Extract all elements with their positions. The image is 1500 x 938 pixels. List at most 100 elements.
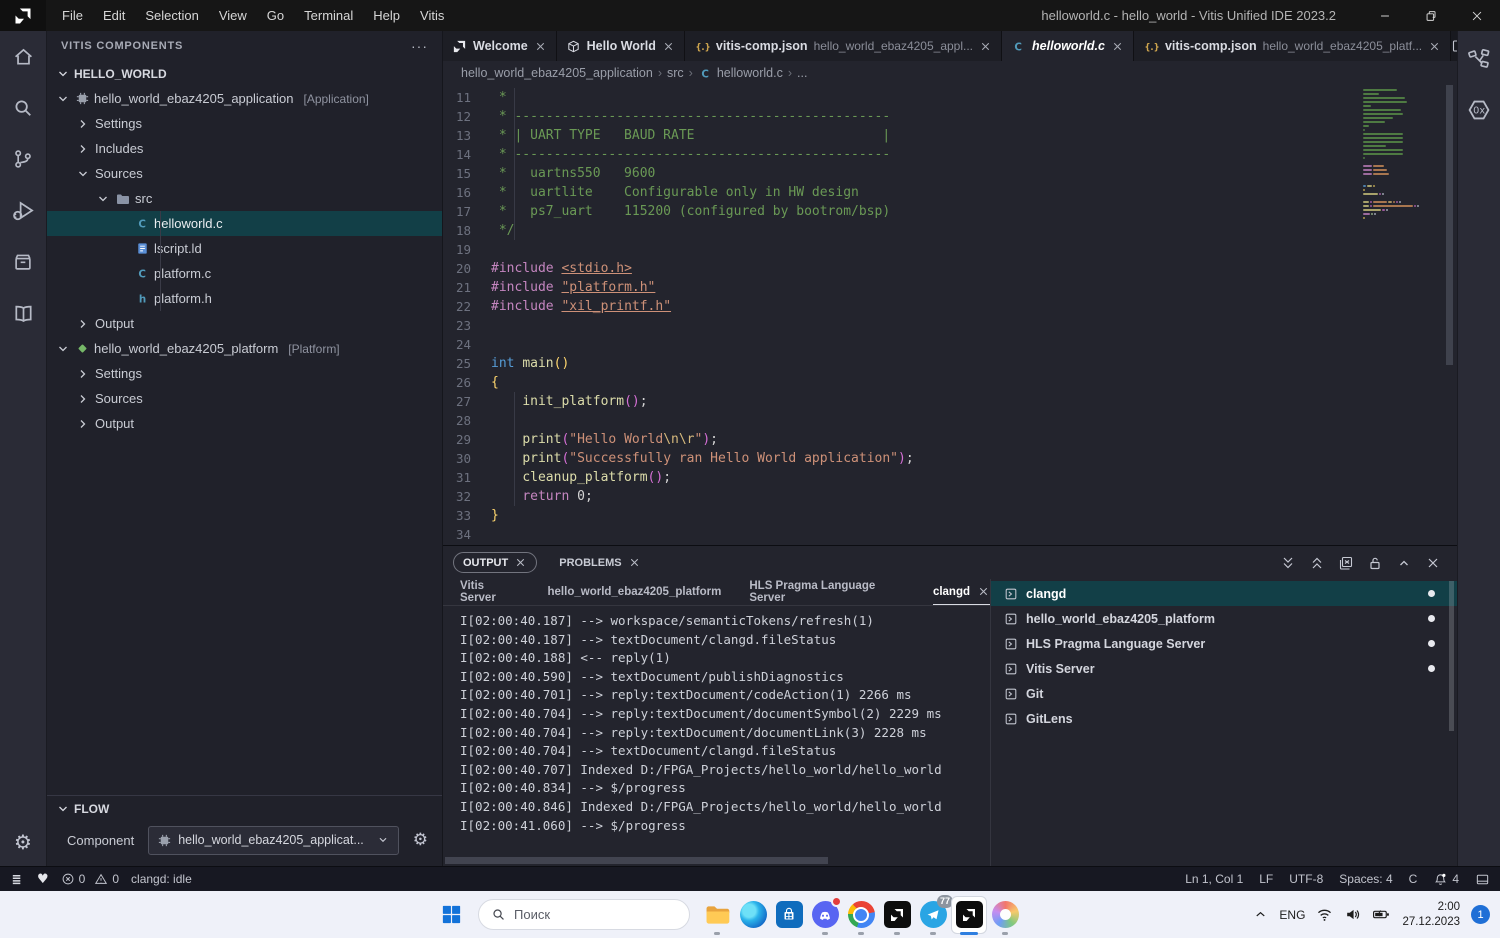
breadcrumb-item-helloworld-c[interactable]: Chelloworld.c	[698, 66, 783, 81]
channel-item-hls-pragma-language-server[interactable]: HLS Pragma Language Server	[991, 631, 1457, 656]
chevron-down-icon[interactable]	[75, 166, 91, 182]
panel-layout-icon[interactable]	[1475, 872, 1490, 887]
chevron-down-icon[interactable]	[95, 191, 111, 207]
taskbar-app-edge[interactable]	[735, 893, 771, 937]
examples-book-icon[interactable]	[12, 302, 35, 325]
chevron-right-icon[interactable]	[75, 316, 91, 332]
output-channel-tab-hls-pragma-language-server[interactable]: HLS Pragma Language Server	[749, 579, 905, 605]
scroll-up-icon[interactable]	[1309, 555, 1325, 571]
settings-gear-icon[interactable]: ⚙	[14, 830, 32, 854]
close-icon[interactable]	[514, 556, 527, 569]
breadcrumb-item-src[interactable]: src	[667, 66, 684, 80]
tray-chevron-icon[interactable]	[1253, 907, 1268, 922]
taskbar-search[interactable]: Поиск	[478, 899, 690, 930]
problems-status[interactable]: 0 0	[61, 872, 119, 886]
tab-hello-world[interactable]: Hello World	[557, 31, 685, 61]
unlock-icon[interactable]	[1367, 555, 1383, 571]
encoding-indicator[interactable]: UTF-8	[1289, 872, 1323, 886]
start-button[interactable]	[433, 893, 469, 937]
close-icon[interactable]	[1111, 40, 1124, 53]
flow-section-header[interactable]: FLOW	[47, 796, 442, 822]
editor-scrollbar[interactable]	[1446, 85, 1453, 365]
taskbar-app-vitis-dark[interactable]	[879, 893, 915, 937]
taskbar-app-file-explorer[interactable]	[699, 893, 735, 937]
breadcrumb-item-hello-world-ebaz4205-application[interactable]: hello_world_ebaz4205_application	[461, 66, 653, 80]
restore-button[interactable]	[1408, 0, 1454, 31]
workspace-section[interactable]: HELLO_WORLD	[47, 61, 442, 86]
chevron-right-icon[interactable]	[75, 391, 91, 407]
tree-item-hello-world-ebaz4205-application[interactable]: hello_world_ebaz4205_application[Applica…	[47, 86, 442, 111]
amd-logo-icon[interactable]	[0, 0, 46, 31]
editor-viewport[interactable]: 11 *12 * -------------------------------…	[443, 85, 1457, 545]
tab-vitis-comp-json[interactable]: {.}vitis-comp.jsonhello_world_ebaz4205_p…	[1134, 31, 1451, 61]
wifi-icon[interactable]	[1316, 906, 1333, 923]
close-panel-icon[interactable]	[1425, 555, 1441, 571]
language-switcher[interactable]: ENG	[1279, 908, 1305, 922]
remote-icon[interactable]	[10, 872, 25, 887]
component-dropdown[interactable]: hello_world_ebaz4205_applicat...	[148, 826, 399, 855]
chevron-right-icon[interactable]	[75, 366, 91, 382]
scroll-down-icon[interactable]	[1280, 555, 1296, 571]
tree-item-sources[interactable]: Sources	[47, 386, 442, 411]
tree-item-output[interactable]: Output	[47, 311, 442, 336]
chevron-down-icon[interactable]	[55, 341, 71, 357]
menu-file[interactable]: File	[52, 0, 93, 31]
flow-icon[interactable]	[1467, 47, 1491, 71]
more-actions-icon[interactable]: ···	[411, 38, 428, 54]
panel-tab-problems[interactable]: PROBLEMS	[559, 556, 640, 569]
breadcrumb-item-[interactable]: ...	[797, 66, 807, 80]
output-channel-tab-clangd[interactable]: clangd	[933, 579, 990, 605]
tree-item-hello-world-ebaz4205-platform[interactable]: hello_world_ebaz4205_platform[Platform]	[47, 336, 442, 361]
menu-edit[interactable]: Edit	[93, 0, 135, 31]
output-channel-tab-vitis-server[interactable]: Vitis Server	[460, 579, 520, 605]
close-icon[interactable]	[662, 40, 675, 53]
taskbar-app-store[interactable]	[771, 893, 807, 937]
notifications-bell[interactable]: 4	[1433, 872, 1459, 887]
channels-scrollbar[interactable]	[1449, 581, 1454, 731]
chevron-down-icon[interactable]	[55, 91, 71, 107]
panel-tab-output[interactable]: OUTPUT	[453, 552, 537, 573]
maximize-panel-icon[interactable]	[1396, 555, 1412, 571]
menu-help[interactable]: Help	[363, 0, 410, 31]
channel-item-vitis-server[interactable]: Vitis Server	[991, 656, 1457, 681]
memory-hex-icon[interactable]: 0x	[1466, 97, 1492, 123]
tree-item-helloworld-c[interactable]: Chelloworld.c	[47, 211, 442, 236]
tree-item-output[interactable]: Output	[47, 411, 442, 436]
tab-helloworld-c[interactable]: Chelloworld.c	[1002, 31, 1134, 61]
close-button[interactable]	[1454, 0, 1500, 31]
taskbar-app-telegram[interactable]: 77	[915, 893, 951, 937]
minimize-button[interactable]	[1362, 0, 1408, 31]
channel-item-gitlens[interactable]: GitLens	[991, 706, 1457, 731]
channel-item-clangd[interactable]: clangd	[991, 581, 1457, 606]
taskbar-app-vitis[interactable]	[951, 893, 987, 937]
indent-indicator[interactable]: Spaces: 4	[1339, 872, 1392, 886]
channel-item-hello-world-ebaz4205-platform[interactable]: hello_world_ebaz4205_platform	[991, 606, 1457, 631]
menu-selection[interactable]: Selection	[135, 0, 208, 31]
log-horizontal-scrollbar[interactable]	[443, 856, 990, 866]
menu-view[interactable]: View	[209, 0, 257, 31]
minimap[interactable]	[1363, 89, 1431, 225]
tab-welcome[interactable]: Welcome	[443, 31, 557, 61]
flow-settings-gear-icon[interactable]: ⚙	[413, 830, 428, 850]
package-icon[interactable]	[12, 251, 34, 273]
taskbar-app-paint[interactable]	[987, 893, 1023, 937]
cursor-position[interactable]: Ln 1, Col 1	[1185, 872, 1243, 886]
tree-item-platform-c[interactable]: Cplatform.c	[47, 261, 442, 286]
search-icon[interactable]	[12, 97, 34, 119]
close-icon[interactable]	[628, 556, 641, 569]
chevron-right-icon[interactable]	[75, 416, 91, 432]
close-icon[interactable]	[1428, 40, 1441, 53]
battery-icon[interactable]	[1372, 906, 1391, 923]
tree-item-settings[interactable]: Settings	[47, 361, 442, 386]
home-icon[interactable]	[12, 45, 35, 68]
output-log[interactable]: I[02:00:40.187] --> workspace/semanticTo…	[443, 606, 990, 856]
taskbar-app-chrome[interactable]	[843, 893, 879, 937]
menu-terminal[interactable]: Terminal	[294, 0, 363, 31]
clear-output-icon[interactable]	[1338, 555, 1354, 571]
output-channel-tab-hello-world-ebaz4205-platform[interactable]: hello_world_ebaz4205_platform	[548, 579, 722, 605]
clangd-status[interactable]: clangd: idle	[131, 872, 192, 886]
tab-vitis-comp-json[interactable]: {.}vitis-comp.jsonhello_world_ebaz4205_a…	[685, 31, 1002, 61]
close-icon[interactable]	[979, 40, 992, 53]
close-icon[interactable]	[977, 585, 990, 598]
tree-item-includes[interactable]: Includes	[47, 136, 442, 161]
